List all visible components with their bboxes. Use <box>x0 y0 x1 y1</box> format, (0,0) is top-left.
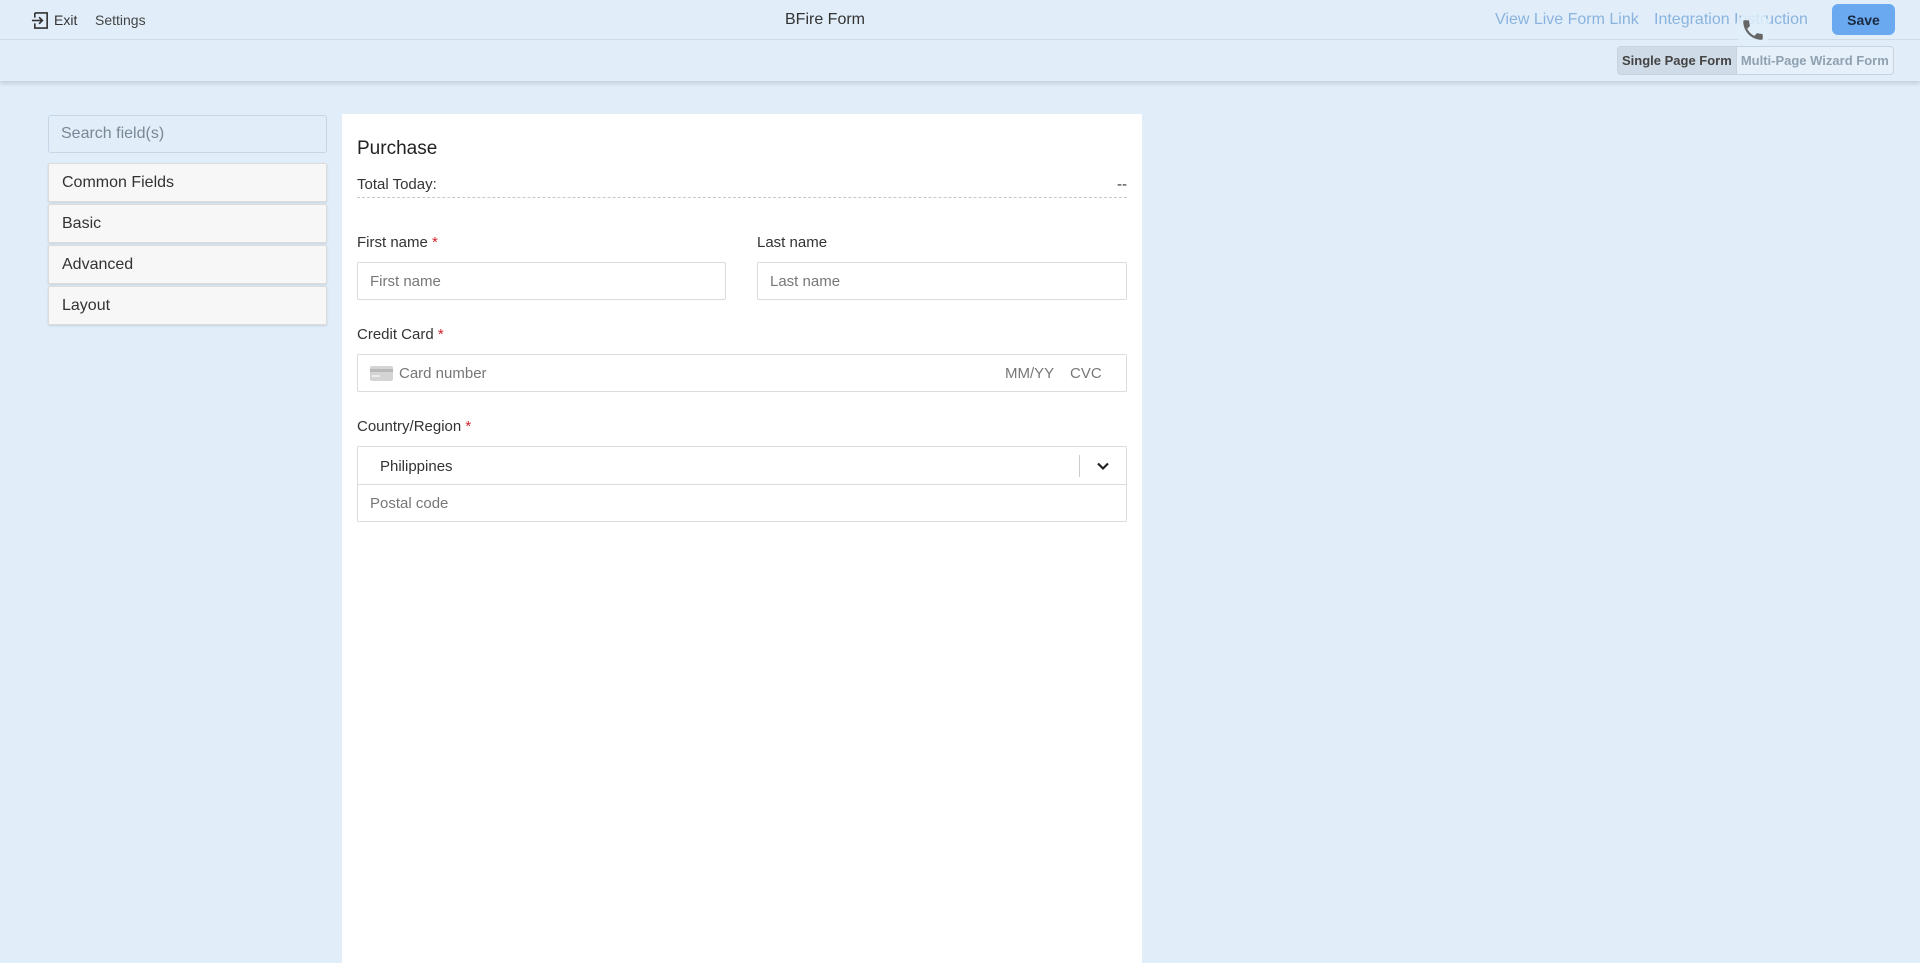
category-layout[interactable]: Layout <box>48 286 327 325</box>
single-page-form-button[interactable]: Single Page Form <box>1618 47 1737 74</box>
save-button[interactable]: Save <box>1832 4 1895 35</box>
multi-page-wizard-form-button[interactable]: Multi-Page Wizard Form <box>1736 47 1893 74</box>
country-region-label: Country/Region * <box>357 418 471 435</box>
postal-code-field[interactable] <box>357 484 1127 522</box>
total-today-row: Total Today: -- <box>357 176 1127 198</box>
credit-card-label: Credit Card * <box>357 326 444 343</box>
card-expiry-placeholder: MM/YY <box>1005 365 1055 382</box>
country-region-select[interactable]: Philippines <box>357 446 1127 485</box>
country-region-label-text: Country/Region <box>357 418 462 435</box>
credit-card-field[interactable]: Card number MM/YY CVC <box>357 354 1127 392</box>
page-title: BFire Form <box>785 11 865 28</box>
total-today-value: -- <box>1117 176 1127 193</box>
integration-instruction-link[interactable]: Integration Instruction <box>1654 11 1808 29</box>
form-mode-toggle: Single Page Form Multi-Page Wizard Form <box>1617 46 1894 75</box>
total-today-label: Total Today: <box>357 176 437 193</box>
first-name-field[interactable] <box>357 262 726 300</box>
credit-card-label-text: Credit Card <box>357 326 434 343</box>
select-divider <box>1079 455 1080 477</box>
card-cvc-placeholder: CVC <box>1070 365 1102 382</box>
category-common-fields[interactable]: Common Fields <box>48 163 327 202</box>
top-bar: Exit Settings BFire Form View Live Form … <box>0 0 1920 48</box>
required-marker: * <box>437 326 444 343</box>
chevron-down-icon <box>1097 462 1109 471</box>
credit-card-icon <box>370 366 393 381</box>
required-marker: * <box>432 234 438 251</box>
category-basic[interactable]: Basic <box>48 204 327 243</box>
search-fields-input[interactable] <box>48 115 327 153</box>
form-canvas: Purchase Total Today: -- First name * La… <box>342 114 1142 963</box>
form-mode-bar: Single Page Form Multi-Page Wizard Form <box>0 40 1920 81</box>
view-live-form-link[interactable]: View Live Form Link <box>1495 11 1639 29</box>
form-title: Purchase <box>357 138 438 159</box>
first-name-label-text: First name <box>357 234 428 251</box>
first-name-label: First name * <box>357 234 438 251</box>
last-name-label: Last name <box>757 234 828 251</box>
required-marker: * <box>465 418 472 435</box>
category-advanced[interactable]: Advanced <box>48 245 327 284</box>
country-selected-value: Philippines <box>380 458 453 475</box>
card-number-placeholder: Card number <box>399 365 487 382</box>
last-name-field[interactable] <box>757 262 1127 300</box>
